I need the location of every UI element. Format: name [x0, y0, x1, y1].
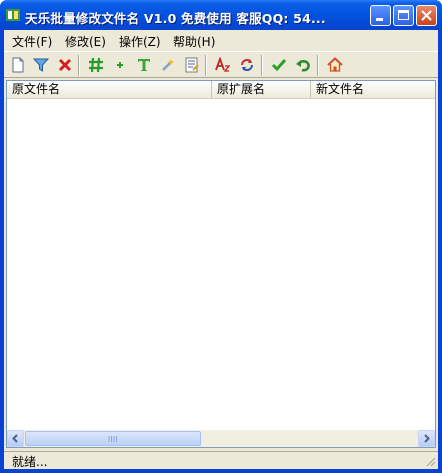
font-case-icon: [215, 57, 231, 72]
close-button[interactable]: [416, 5, 437, 26]
toolbar: [4, 51, 438, 78]
filter-icon: [33, 58, 49, 72]
scroll-left-button[interactable]: [7, 430, 24, 447]
maximize-icon: [398, 10, 409, 20]
wand-icon: [162, 59, 174, 71]
home-icon: [327, 57, 343, 72]
edit-list-icon: [185, 57, 199, 73]
checkmark-icon: [271, 59, 287, 72]
apply-button[interactable]: [269, 55, 289, 75]
column-original-ext[interactable]: 原扩展名: [212, 81, 311, 98]
undo-icon: [296, 60, 310, 72]
new-document-icon: [12, 57, 24, 73]
hash-number-icon: [89, 57, 103, 73]
resize-grip-icon[interactable]: [424, 455, 436, 467]
scroll-right-button[interactable]: [418, 430, 435, 447]
maximize-button[interactable]: [393, 5, 414, 26]
menu-operate[interactable]: 操作(Z): [119, 33, 161, 50]
wand-button[interactable]: [158, 55, 178, 75]
column-original-name[interactable]: 原文件名: [7, 81, 212, 98]
column-new-name[interactable]: 新文件名: [311, 81, 435, 98]
grip-icon: [108, 436, 117, 442]
scroll-thumb[interactable]: [25, 431, 201, 446]
client-area: 文件(F) 修改(E) 操作(Z) 帮助(H) 原文件名 原扩展名 新文件名 就…: [4, 30, 438, 469]
menu-bar: 文件(F) 修改(E) 操作(Z) 帮助(H): [4, 30, 438, 51]
title-bar[interactable]: 天乐批量修改文件名 V1.0 免费使用 客服QQ: 54...: [0, 0, 442, 30]
edit-list-button[interactable]: [182, 55, 202, 75]
font-case-button[interactable]: [213, 55, 233, 75]
menu-help[interactable]: 帮助(H): [173, 33, 215, 50]
toolbar-separator: [78, 55, 80, 76]
delete-button[interactable]: [55, 55, 75, 75]
status-text: 就绪...: [12, 455, 48, 469]
toolbar-separator: [205, 55, 207, 76]
text-icon: [138, 59, 150, 71]
close-icon: [421, 10, 432, 21]
filter-button[interactable]: [31, 55, 51, 75]
app-icon: [6, 9, 20, 21]
horizontal-scrollbar[interactable]: [7, 430, 435, 447]
number-button[interactable]: [86, 55, 106, 75]
text-button[interactable]: [134, 55, 154, 75]
menu-edit[interactable]: 修改(E): [65, 33, 106, 50]
toolbar-separator: [317, 55, 319, 76]
swap-button[interactable]: [237, 55, 257, 75]
add-button[interactable]: [110, 55, 130, 75]
menu-file[interactable]: 文件(F): [12, 33, 52, 50]
plus-icon: [117, 62, 123, 68]
undo-button[interactable]: [293, 55, 313, 75]
swap-icon: [241, 59, 253, 71]
status-bar: 就绪...: [4, 451, 438, 469]
minimize-button[interactable]: [370, 5, 391, 26]
home-button[interactable]: [325, 55, 345, 75]
chevron-right-icon: [424, 434, 430, 443]
app-window: 天乐批量修改文件名 V1.0 免费使用 客服QQ: 54... 文件(F) 修改…: [0, 0, 442, 473]
toolbar-separator: [261, 55, 263, 76]
chevron-left-icon: [12, 434, 18, 443]
file-list-view[interactable]: 原文件名 原扩展名 新文件名: [6, 80, 436, 448]
list-header: 原文件名 原扩展名 新文件名: [7, 81, 435, 99]
window-title: 天乐批量修改文件名 V1.0 免费使用 客服QQ: 54...: [25, 11, 326, 26]
minimize-icon: [376, 18, 383, 21]
new-button[interactable]: [8, 55, 28, 75]
delete-icon: [58, 58, 72, 72]
